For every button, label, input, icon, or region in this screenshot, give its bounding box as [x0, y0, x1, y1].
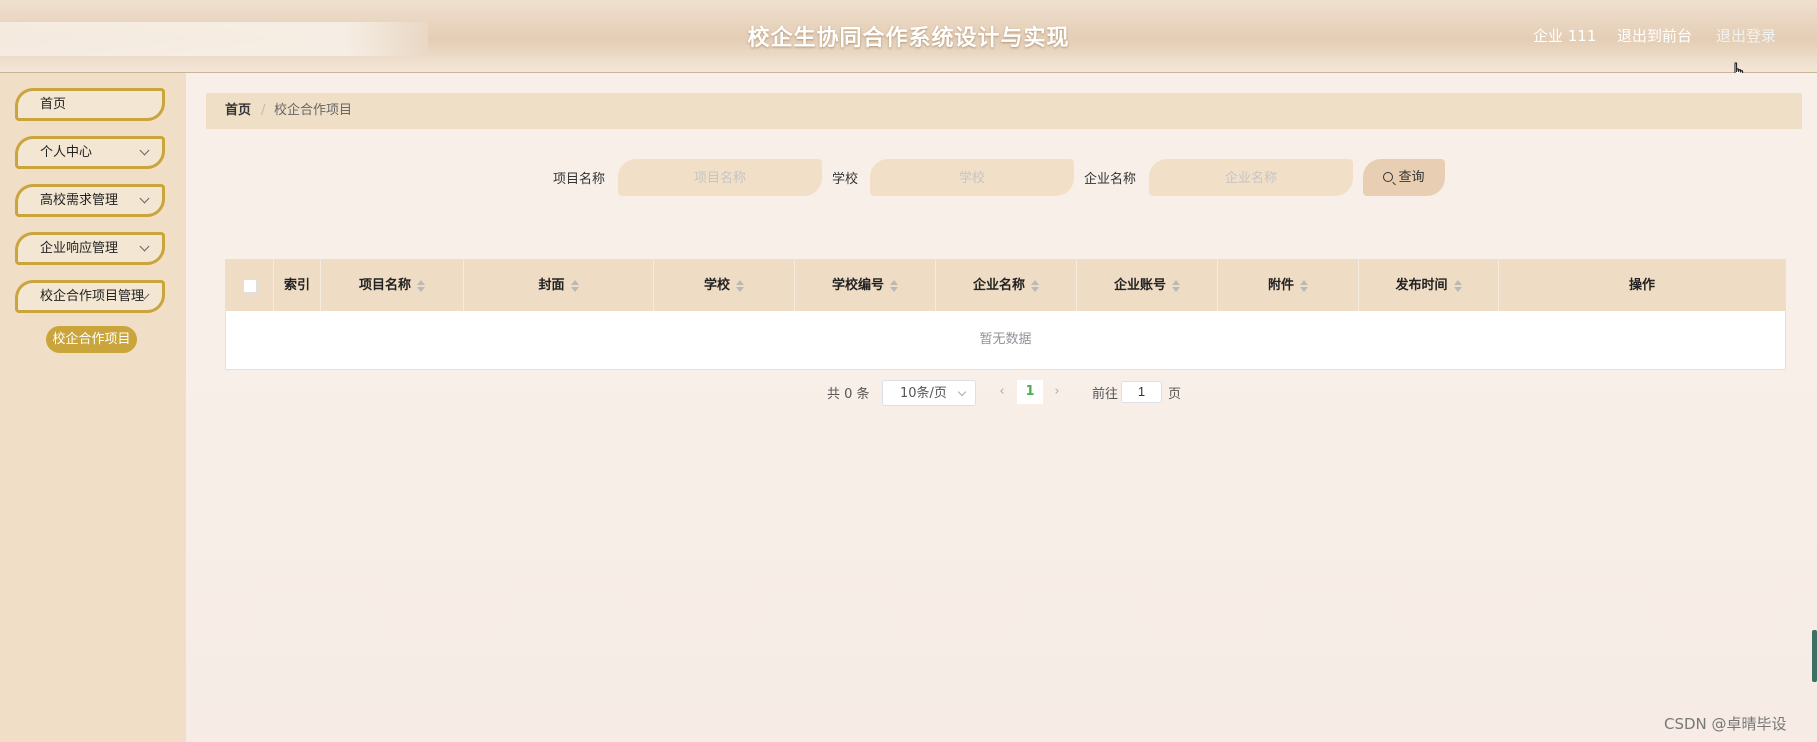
- breadcrumb-current: 校企合作项目: [274, 103, 353, 118]
- column-header-company-name[interactable]: 企业名称: [936, 260, 1077, 311]
- school-label: 学校: [832, 172, 859, 187]
- column-header-project-name[interactable]: 项目名称: [321, 260, 464, 311]
- top-header: 校企生协同合作系统设计与实现 企业 111 退出到前台 退出登录: [0, 0, 1817, 73]
- column-header-publish-time[interactable]: 发布时间: [1359, 260, 1499, 311]
- page-number-1[interactable]: 1: [1017, 380, 1043, 404]
- sort-icon[interactable]: [1172, 279, 1180, 292]
- goto-label: 前往: [1092, 387, 1119, 402]
- breadcrumb-separator: /: [261, 103, 266, 118]
- chevron-down-icon: [957, 387, 967, 397]
- sort-icon[interactable]: [736, 279, 744, 292]
- sort-icon[interactable]: [1300, 279, 1308, 292]
- sidebar: [0, 73, 186, 742]
- company-name-label: 企业名称: [1084, 172, 1137, 187]
- sort-icon[interactable]: [1453, 279, 1462, 292]
- column-header-school-code[interactable]: 学校编号: [795, 260, 936, 311]
- page-size-value: 10条/页: [900, 386, 947, 401]
- pagination-total: 共 0 条: [827, 387, 870, 402]
- column-header-company-account[interactable]: 企业账号: [1077, 260, 1218, 311]
- search-button-label: 查询: [1398, 170, 1425, 185]
- sidebar-item-label: 高校需求管理: [40, 193, 119, 208]
- prev-page-button[interactable]: ‹: [991, 380, 1013, 404]
- next-page-button[interactable]: ›: [1046, 380, 1068, 404]
- scrollbar-handle[interactable]: [1812, 630, 1817, 682]
- sidebar-item-university-demand[interactable]: 高校需求管理: [15, 184, 165, 217]
- project-name-input[interactable]: [618, 159, 822, 196]
- chevron-down-icon: [139, 145, 150, 156]
- chevron-down-icon: [139, 193, 150, 204]
- column-header-attachment[interactable]: 附件: [1218, 260, 1359, 311]
- sidebar-item-personal-center[interactable]: 个人中心: [15, 136, 165, 169]
- search-icon: [1383, 172, 1394, 182]
- breadcrumb: 首页 / 校企合作项目: [206, 93, 1802, 129]
- empty-table-message: 暂无数据: [979, 332, 1032, 347]
- sidebar-item-label: 首页: [40, 97, 67, 112]
- column-header-index: 索引: [274, 260, 321, 311]
- select-all-cell: [226, 260, 274, 311]
- page-suffix-label: 页: [1168, 387, 1182, 402]
- search-button[interactable]: 查询: [1363, 159, 1445, 196]
- school-input[interactable]: [870, 159, 1074, 196]
- column-header-cover[interactable]: 封面: [464, 260, 654, 311]
- watermark: CSDN @卓晴毕设: [1664, 715, 1787, 733]
- goto-page-input[interactable]: [1121, 381, 1162, 403]
- sidebar-subitem-cooperation-project[interactable]: 校企合作项目: [46, 326, 137, 353]
- logout-link[interactable]: 退出登录: [1716, 25, 1776, 46]
- back-to-front-link[interactable]: 退出到前台: [1617, 25, 1692, 46]
- sort-icon[interactable]: [570, 279, 579, 292]
- sidebar-item-cooperation-projects[interactable]: 校企合作项目管理: [15, 280, 165, 313]
- column-header-school[interactable]: 学校: [654, 260, 795, 311]
- column-header-actions: 操作: [1628, 278, 1655, 293]
- select-all-checkbox[interactable]: [243, 279, 257, 293]
- sidebar-item-label: 企业响应管理: [40, 241, 119, 256]
- sort-icon[interactable]: [417, 279, 425, 292]
- chevron-down-icon: [139, 241, 150, 252]
- table-header: 索引 项目名称 封面 学校 学校编号 企业名称 企业账号 附件 发布时间 操作: [226, 260, 1785, 311]
- page-size-select[interactable]: 10条/页: [882, 380, 976, 406]
- data-table: 索引 项目名称 封面 学校 学校编号 企业名称 企业账号 附件 发布时间 操作 …: [225, 259, 1786, 370]
- sidebar-item-label: 校企合作项目管理: [40, 289, 145, 304]
- sidebar-item-enterprise-response[interactable]: 企业响应管理: [15, 232, 165, 265]
- breadcrumb-home[interactable]: 首页: [225, 93, 251, 129]
- sort-icon[interactable]: [1031, 279, 1039, 292]
- sort-icon[interactable]: [890, 279, 898, 292]
- sidebar-item-label: 个人中心: [40, 145, 93, 160]
- sidebar-item-home[interactable]: 首页: [15, 88, 165, 121]
- current-user: 企业 111: [1533, 27, 1597, 45]
- project-name-label: 项目名称: [553, 172, 606, 187]
- company-name-input[interactable]: [1149, 159, 1353, 196]
